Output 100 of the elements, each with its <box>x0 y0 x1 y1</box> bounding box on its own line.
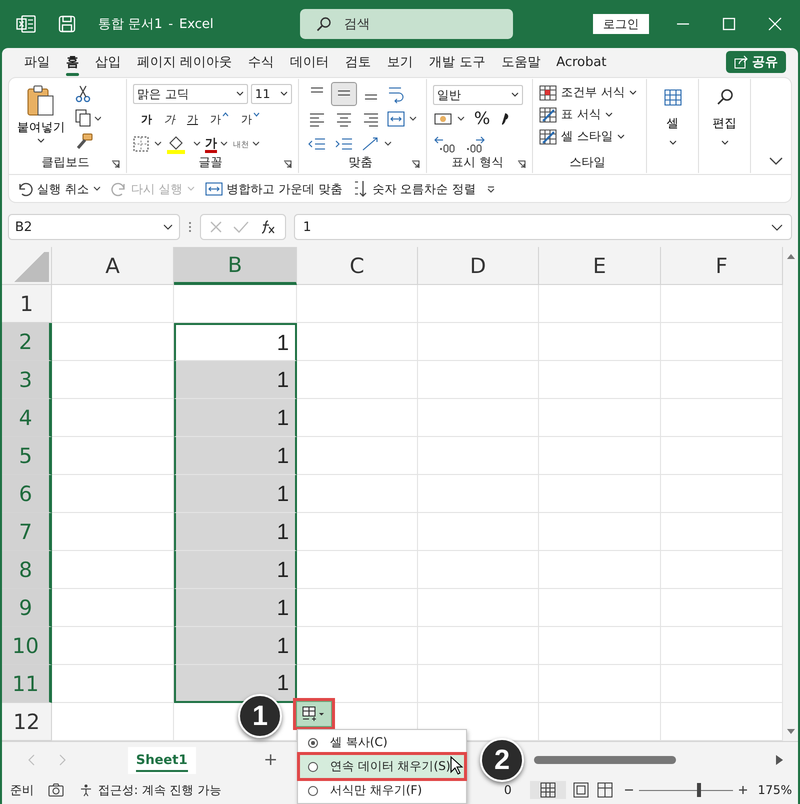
accessibility-status[interactable]: 접근성: 계속 진행 가능 <box>78 782 222 798</box>
ribbon-tab[interactable]: 데이터 <box>282 50 338 74</box>
radio-button[interactable] <box>308 738 318 748</box>
page-layout-view-icon[interactable] <box>572 781 590 799</box>
row-header[interactable]: 11 <box>2 665 52 703</box>
ribbon-tab[interactable]: 수식 <box>240 50 282 74</box>
group-label: 스타일 <box>570 154 606 171</box>
font-style-button[interactable]: 가 <box>239 112 262 126</box>
column-header[interactable]: A <box>52 247 174 285</box>
phonetic-guide-button[interactable]: 내천 <box>233 138 260 150</box>
close-icon[interactable] <box>768 17 782 31</box>
column-header[interactable]: F <box>661 247 783 285</box>
camera-icon[interactable] <box>48 783 64 797</box>
merge-center-icon[interactable] <box>386 109 418 129</box>
column-header[interactable]: C <box>297 247 418 285</box>
zoom-level[interactable]: 175% <box>758 783 792 797</box>
normal-view-icon[interactable] <box>530 781 566 799</box>
paste-button[interactable]: 붙여넣기 <box>15 83 67 151</box>
font-style-button[interactable]: 가 <box>185 112 200 126</box>
undo-icon <box>17 181 33 197</box>
ribbon-tab[interactable]: Acrobat <box>548 52 614 72</box>
row-header[interactable]: 6 <box>2 475 52 513</box>
dialog-launcher-icon[interactable] <box>111 160 120 169</box>
caret-icon <box>253 112 260 116</box>
row-header[interactable]: 2 <box>2 323 52 361</box>
font-style-button[interactable]: 가 <box>208 112 231 126</box>
insert-function-icon[interactable] <box>259 219 277 235</box>
ribbon-tab[interactable]: 도움말 <box>493 50 548 74</box>
column-header[interactable]: B <box>174 247 297 285</box>
ribbon-tab[interactable]: 삽입 <box>87 50 129 74</box>
check-icon[interactable] <box>233 220 249 234</box>
add-sheet-button[interactable]: + <box>258 749 284 771</box>
auto-fill-option[interactable]: 셀 복사(C) <box>300 731 464 754</box>
styles-button[interactable]: 조건부 서식 <box>539 83 640 102</box>
more-options-icon[interactable] <box>188 220 192 234</box>
row-header[interactable]: 1 <box>2 285 52 323</box>
row-header[interactable]: 5 <box>2 437 52 475</box>
borders-icon[interactable] <box>133 136 163 152</box>
copy-icon[interactable] <box>75 109 101 127</box>
scroll-up-icon[interactable] <box>786 253 794 259</box>
radio-button[interactable] <box>308 786 318 796</box>
fill-color-icon[interactable] <box>166 134 202 154</box>
ribbon-tab[interactable]: 보기 <box>379 50 422 74</box>
auto-fill-option[interactable]: 서식만 채우기(F) <box>300 779 464 802</box>
save-icon[interactable] <box>58 15 76 33</box>
scissors-icon[interactable] <box>75 85 91 103</box>
horizontal-scrollbar-thumb[interactable] <box>534 756 676 764</box>
search-field[interactable]: 검색 <box>300 9 513 39</box>
auto-fill-options-button[interactable] <box>296 701 332 727</box>
formula-input[interactable]: 1 <box>294 214 792 240</box>
table-icon <box>539 84 557 100</box>
row-header[interactable]: 12 <box>2 703 52 741</box>
dialog-launcher-icon[interactable] <box>283 160 292 169</box>
font-style-button[interactable]: 가 <box>162 112 177 126</box>
quick-access-button[interactable]: 실행 취소 <box>17 180 101 198</box>
page-break-view-icon[interactable] <box>596 781 614 799</box>
dialog-launcher-icon[interactable] <box>517 160 526 169</box>
ribbon-tab[interactable]: 개발 도구 <box>421 50 494 74</box>
row-header[interactable]: 4 <box>2 399 52 437</box>
table-cell: 1 <box>174 399 297 437</box>
share-button[interactable]: 공유 <box>726 51 786 73</box>
row-header[interactable]: 3 <box>2 361 52 399</box>
font-name-dropdown[interactable]: 맑은 고딕 <box>133 84 248 104</box>
column-header[interactable]: E <box>539 247 661 285</box>
font-color-button[interactable]: 가 <box>205 136 230 152</box>
scroll-down-icon[interactable] <box>786 729 794 735</box>
ribbon-tab[interactable]: 페이지 레이아웃 <box>129 50 240 74</box>
name-box[interactable]: B2 <box>8 214 180 240</box>
cells-button[interactable]: 셀 <box>647 79 699 173</box>
zoom-in-icon[interactable] <box>738 785 748 795</box>
column-header[interactable]: D <box>418 247 539 285</box>
row-header[interactable]: 10 <box>2 627 52 665</box>
dialog-launcher-icon[interactable] <box>411 160 420 169</box>
status-text: 준비 <box>10 782 34 798</box>
radio-button[interactable] <box>308 762 318 772</box>
row-header[interactable]: 8 <box>2 551 52 589</box>
font-size-dropdown[interactable]: 11 <box>250 84 292 104</box>
row-header[interactable]: 9 <box>2 589 52 627</box>
maximize-icon[interactable] <box>722 17 736 31</box>
auto-fill-option[interactable]: 연속 데이터 채우기(S) <box>300 755 464 778</box>
number-format-dropdown[interactable]: 일반 <box>433 85 523 105</box>
collapse-ribbon-icon[interactable] <box>769 156 783 166</box>
vertical-align-icon[interactable] <box>332 83 356 105</box>
ribbon-tab[interactable]: 홈 <box>58 50 87 74</box>
ribbon-tab[interactable]: 파일 <box>16 50 58 74</box>
styles-button[interactable]: 표 서식 <box>539 105 640 124</box>
quick-access-button[interactable]: 숫자 오름차순 정렬 <box>352 180 476 198</box>
row-header[interactable]: 7 <box>2 513 52 551</box>
sheet-tab[interactable]: Sheet1 <box>128 746 196 774</box>
styles-button[interactable]: 셀 스타일 <box>539 127 640 146</box>
font-style-button[interactable]: 가 <box>139 112 154 126</box>
ribbon-tab[interactable]: 검토 <box>337 50 380 74</box>
percent-style-button[interactable]: % <box>470 109 494 129</box>
customize-toolbar-icon[interactable] <box>486 184 496 194</box>
scroll-right-icon[interactable] <box>776 755 784 765</box>
group-label: 표시 형식 <box>452 154 504 171</box>
format-painter-icon[interactable] <box>75 133 93 151</box>
quick-access-button[interactable]: 병합하고 가운데 맞춤 <box>204 180 342 198</box>
editing-button[interactable]: 편집 <box>699 79 751 173</box>
login-button[interactable]: 로그인 <box>593 14 649 34</box>
